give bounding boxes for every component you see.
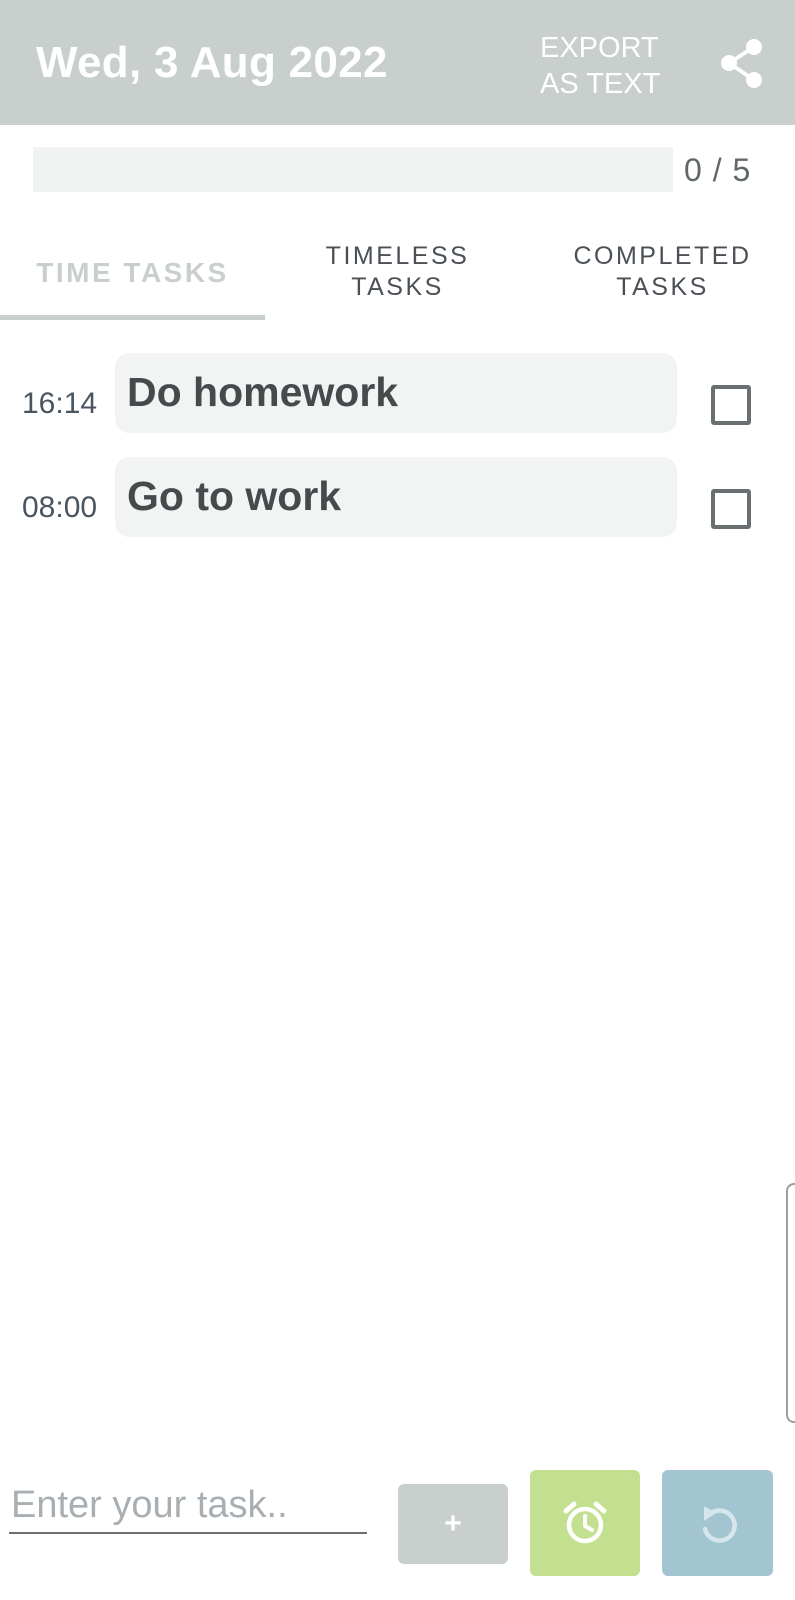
tab-completed-tasks[interactable]: COMPLETED TASKS [530,222,795,322]
tab-completed-tasks-label-1: COMPLETED [573,242,752,270]
task-checkbox[interactable] [711,385,751,425]
tab-time-tasks[interactable]: TIME TASKS [0,222,265,322]
task-title: Go to work [127,473,342,519]
undo-button[interactable] [662,1470,773,1576]
progress-count: 0 / 5 [684,152,752,188]
export-label-line1: EXPORT [540,32,659,64]
set-alarm-button[interactable] [530,1470,640,1576]
scroll-handle[interactable] [786,1183,795,1423]
app-header: Wed, 3 Aug 2022 EXPORT AS TEXT [0,0,795,125]
progress-bar [33,147,673,192]
task-row: 16:14 Do homework [0,353,795,435]
active-tab-indicator [0,315,265,320]
task-row: 08:00 Go to work [0,457,795,539]
alarm-clock-icon [563,1501,607,1544]
share-icon[interactable] [718,38,766,90]
tab-timeless-tasks-label-1: TIMELESS [325,242,470,270]
task-item[interactable]: Do homework [115,353,677,433]
export-as-text-button[interactable]: EXPORT AS TEXT [540,30,680,102]
task-checkbox[interactable] [711,489,751,529]
export-label-line2: AS TEXT [540,68,661,100]
current-date: Wed, 3 Aug 2022 [36,38,388,87]
add-task-button[interactable]: + [398,1484,508,1564]
add-task-button-label: + [444,1507,462,1540]
task-tabs: TIME TASKS TIMELESS TASKS COMPLETED TASK… [0,222,795,322]
task-input[interactable] [9,1478,367,1534]
task-title: Do homework [127,369,399,415]
task-time: 08:00 [22,491,98,524]
tab-time-tasks-label: TIME TASKS [36,256,229,288]
tab-timeless-tasks[interactable]: TIMELESS TASKS [265,222,530,322]
tab-completed-tasks-label-2: TASKS [616,273,709,301]
task-time: 16:14 [22,387,98,420]
task-item[interactable]: Go to work [115,457,677,537]
undo-icon [702,1506,737,1543]
tab-timeless-tasks-label-2: TASKS [351,273,444,301]
